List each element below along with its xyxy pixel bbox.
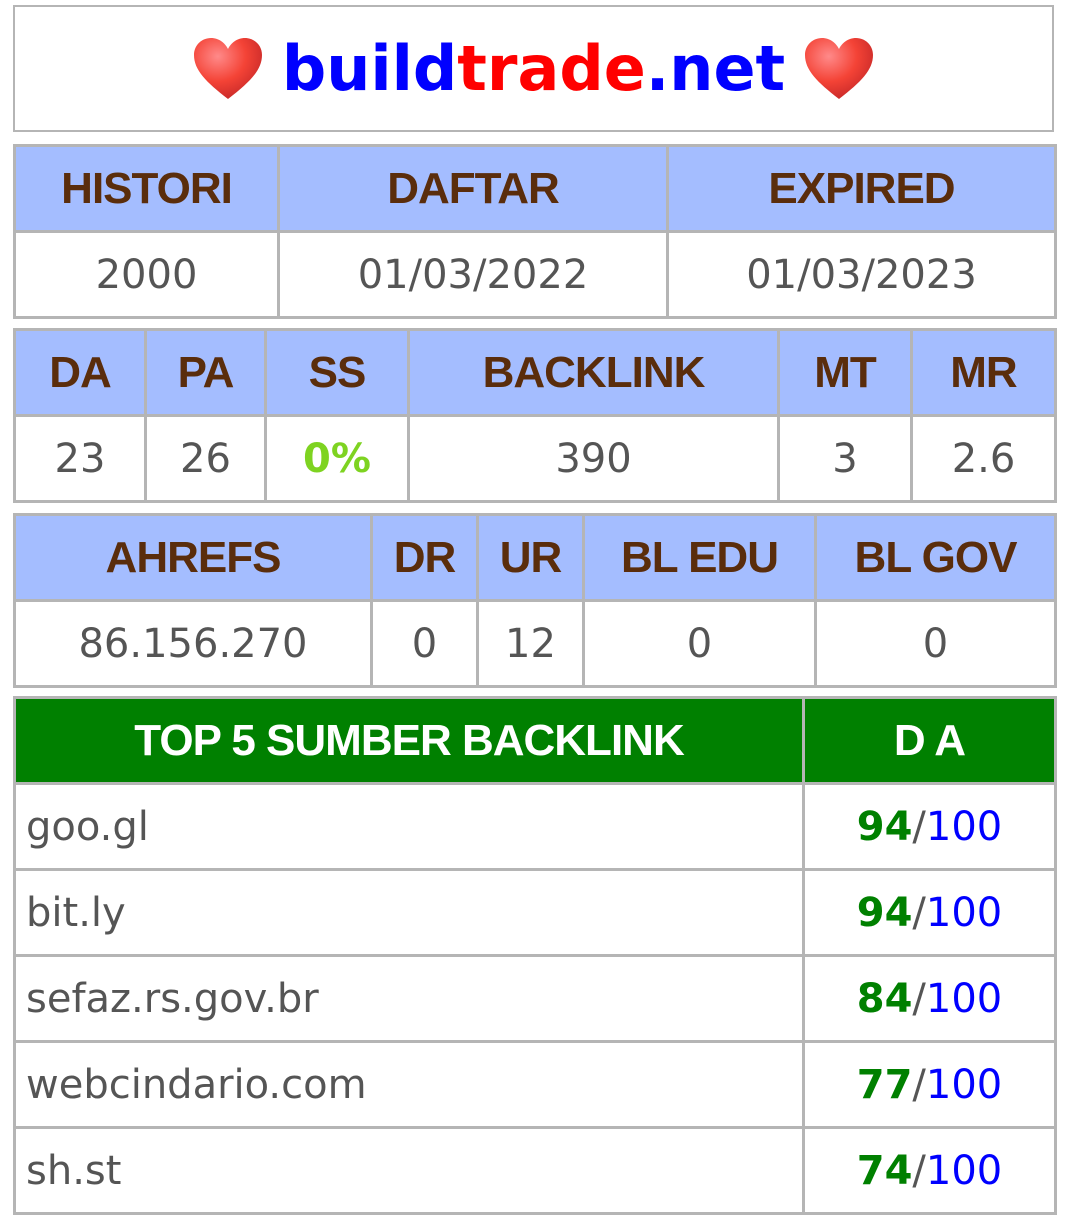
table-header-row: TOP 5 SUMBER BACKLINK D A [13,696,1057,785]
source-site: sh.st [13,1126,805,1215]
table-row: sh.st 74/100 [13,1126,1057,1215]
source-da-max: 100 [925,1147,1003,1194]
source-da-max: 100 [925,803,1003,850]
source-da-separator: / [912,1061,926,1108]
heart-icon [193,37,262,99]
source-da-value: 94 [856,803,913,850]
source-da-score: 94/100 [802,868,1057,957]
value-ahrefs: 86.156.270 [13,599,373,688]
source-da-value: 84 [856,975,913,1022]
value-da: 23 [13,414,147,503]
header-ur: UR [476,513,585,602]
source-da-score: 74/100 [802,1126,1057,1215]
table-row: sefaz.rs.gov.br 84/100 [13,954,1057,1043]
value-ur: 12 [476,599,585,688]
heart-icon [805,37,874,99]
source-site: bit.ly [13,868,805,957]
header-mt: MT [777,328,913,417]
site-title-part-3: .net [645,32,786,105]
header-pa: PA [144,328,267,417]
table-header-row: AHREFS DR UR BL EDU BL GOV [13,513,1057,602]
table-row: 23 26 0% 390 3 2.6 [13,414,1057,503]
source-da-score: 84/100 [802,954,1057,1043]
header-dr: DR [370,513,479,602]
value-pa: 26 [144,414,267,503]
header-top-sources: TOP 5 SUMBER BACKLINK [13,696,805,785]
header-source-da: D A [802,696,1057,785]
value-mt: 3 [777,414,913,503]
domain-history-table: HISTORI DAFTAR EXPIRED 2000 01/03/2022 0… [13,144,1057,319]
value-expired: 01/03/2023 [666,230,1057,319]
table-header-row: HISTORI DAFTAR EXPIRED [13,144,1057,233]
value-daftar: 01/03/2022 [277,230,669,319]
site-title-banner: buildtrade.net [13,5,1054,132]
source-da-value: 77 [856,1061,913,1108]
source-site: goo.gl [13,782,805,871]
source-da-separator: / [912,889,926,936]
source-da-max: 100 [925,975,1003,1022]
ahrefs-metrics-table: AHREFS DR UR BL EDU BL GOV 86.156.270 0 … [13,513,1057,688]
source-da-max: 100 [925,1061,1003,1108]
table-row: webcindario.com 77/100 [13,1040,1057,1129]
value-bl-edu: 0 [582,599,817,688]
source-da-score: 77/100 [802,1040,1057,1129]
value-histori: 2000 [13,230,280,319]
header-daftar: DAFTAR [277,144,669,233]
source-da-separator: / [912,803,926,850]
source-da-score: 94/100 [802,782,1057,871]
source-da-max: 100 [925,889,1003,936]
header-histori: HISTORI [13,144,280,233]
source-da-value: 74 [856,1147,913,1194]
top-backlink-sources-table: TOP 5 SUMBER BACKLINK D A goo.gl 94/100 … [13,696,1057,1215]
source-site: sefaz.rs.gov.br [13,954,805,1043]
table-row: goo.gl 94/100 [13,782,1057,871]
header-ss: SS [264,328,410,417]
header-bl-gov: BL GOV [814,513,1057,602]
source-da-separator: / [912,975,926,1022]
source-da-separator: / [912,1147,926,1194]
value-backlink: 390 [407,414,780,503]
value-dr: 0 [370,599,479,688]
site-title-part-2: trade [457,32,646,105]
header-expired: EXPIRED [666,144,1057,233]
value-mr: 2.6 [910,414,1057,503]
table-row: bit.ly 94/100 [13,868,1057,957]
site-title: buildtrade.net [282,32,785,105]
value-ss: 0% [264,414,410,503]
site-title-part-1: build [281,32,458,105]
page: buildtrade.net HISTORI DAFTAR EXPIRED 20… [0,0,1072,1218]
source-da-value: 94 [856,889,913,936]
header-backlink: BACKLINK [407,328,780,417]
source-site: webcindario.com [13,1040,805,1129]
table-header-row: DA PA SS BACKLINK MT MR [13,328,1057,417]
header-ahrefs: AHREFS [13,513,373,602]
header-da: DA [13,328,147,417]
header-mr: MR [910,328,1057,417]
table-row: 86.156.270 0 12 0 0 [13,599,1057,688]
table-row: 2000 01/03/2022 01/03/2023 [13,230,1057,319]
header-bl-edu: BL EDU [582,513,817,602]
moz-metrics-table: DA PA SS BACKLINK MT MR 23 26 0% 390 3 2… [13,328,1057,503]
value-bl-gov: 0 [814,599,1057,688]
